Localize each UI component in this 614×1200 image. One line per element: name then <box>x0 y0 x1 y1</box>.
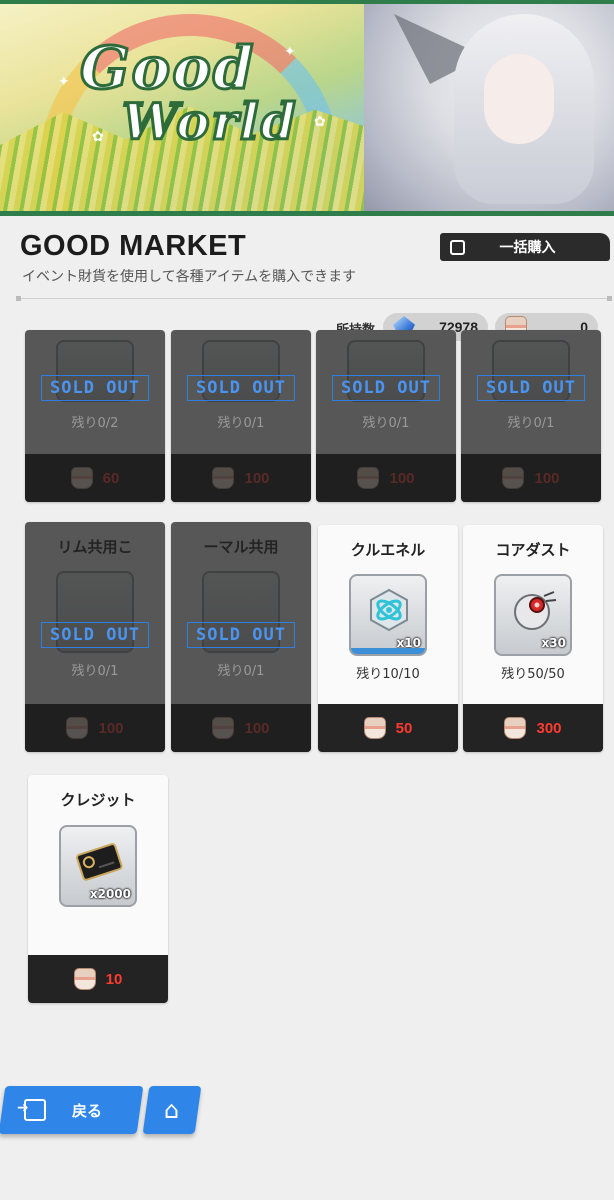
item-name: コアダスト <box>495 541 571 559</box>
back-label: 戻る <box>72 1101 103 1120</box>
core-dust-glyph <box>514 591 557 630</box>
sparkle-icon: ✿ <box>314 114 326 130</box>
item-price: 10 <box>105 970 123 988</box>
rarity-bar <box>351 648 425 654</box>
home-icon: ⌂ <box>164 1096 180 1124</box>
energy-core-icon: x10 <box>349 574 427 656</box>
cake-currency-icon <box>212 717 235 739</box>
cake-currency-icon <box>70 467 93 489</box>
shop-item-card[interactable]: クルエネル x10 残り10/10 50 <box>318 525 458 752</box>
logo-line-2: World <box>121 91 298 153</box>
shop-item-card[interactable]: リム共用こ SOLD OUT 残り0/1 100 <box>25 522 165 752</box>
price-bar: 50 <box>318 704 458 752</box>
shop-item-card[interactable]: SOLD OUT 残り0/1 100 <box>316 330 456 502</box>
item-price: 100 <box>534 469 560 487</box>
checkbox-icon[interactable] <box>450 239 465 255</box>
remaining-count: 残り0/1 <box>217 664 265 679</box>
price-bar: 100 <box>171 454 311 502</box>
remaining-count: 残り0/2 <box>71 416 119 431</box>
cake-currency-icon <box>66 717 89 739</box>
sold-out-stamp: SOLD OUT <box>41 375 149 401</box>
page-title: GOOD MARKET <box>20 230 247 262</box>
credit-card-icon: x2000 <box>59 825 137 907</box>
header-divider <box>16 296 612 301</box>
sold-out-stamp: SOLD OUT <box>477 375 585 401</box>
shop-item-card[interactable]: ーマル共用 SOLD OUT 残り0/1 100 <box>171 522 311 752</box>
item-price: 100 <box>244 469 270 487</box>
remaining-count: 残り0/1 <box>507 416 555 431</box>
home-button[interactable]: ⌂ <box>142 1086 202 1134</box>
item-price: 60 <box>102 469 120 487</box>
character-illustration <box>364 4 614 211</box>
remaining-count: 残り10/10 <box>356 667 420 682</box>
sold-out-stamp: SOLD OUT <box>332 375 440 401</box>
item-price: 100 <box>244 719 270 737</box>
sold-out-stamp: SOLD OUT <box>41 622 149 648</box>
item-name: ーマル共用 <box>203 538 279 556</box>
cake-currency-icon <box>504 717 527 739</box>
shop-item-card[interactable]: クレジット x2000 10 <box>28 775 168 1003</box>
exit-icon <box>24 1099 46 1121</box>
cake-currency-icon <box>502 467 525 489</box>
sparkle-icon: ✦ <box>284 44 296 60</box>
bulk-purchase-toggle[interactable]: 一括購入 <box>440 233 610 261</box>
shop-item-card[interactable]: SOLD OUT 残り0/1 100 <box>461 330 601 502</box>
remaining-count: 残り50/50 <box>501 667 565 682</box>
item-name: クレジット <box>60 791 136 809</box>
price-bar: 100 <box>461 454 601 502</box>
item-name: リム共用こ <box>57 538 133 556</box>
event-logo: Good World ✦ ✦ ✿ ✿ <box>52 33 342 164</box>
sparkle-icon: ✦ <box>58 74 70 90</box>
item-quantity: x2000 <box>89 887 131 901</box>
price-bar: 10 <box>28 955 168 1003</box>
price-bar: 100 <box>171 704 311 752</box>
remaining-count: 残り0/1 <box>71 664 119 679</box>
sold-out-stamp: SOLD OUT <box>187 375 295 401</box>
cake-currency-icon <box>357 467 380 489</box>
remaining-count: 残り0/1 <box>217 416 265 431</box>
item-price: 100 <box>98 719 124 737</box>
shop-item-card[interactable]: コアダスト x30 残り50/50 300 <box>463 525 603 752</box>
credit-card-glyph <box>76 843 123 881</box>
item-price: 300 <box>536 719 562 737</box>
price-bar: 100 <box>316 454 456 502</box>
event-banner: Good World ✦ ✦ ✿ ✿ <box>0 0 614 216</box>
shop-item-card[interactable]: SOLD OUT 残り0/1 100 <box>171 330 311 502</box>
back-button[interactable]: 戻る <box>0 1086 144 1134</box>
item-quantity: x30 <box>541 636 566 650</box>
item-name: クルエネル <box>350 541 426 559</box>
price-bar: 60 <box>25 454 165 502</box>
page-subtitle: イベント財貨を使用して各種アイテムを購入できます <box>22 269 357 285</box>
cake-currency-icon <box>363 717 386 739</box>
shop-item-card[interactable]: SOLD OUT 残り0/2 60 <box>25 330 165 502</box>
energy-core-glyph <box>370 588 408 632</box>
item-price: 50 <box>395 719 413 737</box>
item-price: 100 <box>389 469 415 487</box>
price-bar: 100 <box>25 704 165 752</box>
core-dust-icon: x30 <box>494 574 572 656</box>
cake-currency-icon <box>212 467 235 489</box>
price-bar: 300 <box>463 704 603 752</box>
bulk-purchase-label: 一括購入 <box>499 240 556 256</box>
sold-out-stamp: SOLD OUT <box>187 622 295 648</box>
cake-currency-icon <box>73 968 96 990</box>
remaining-count: 残り0/1 <box>362 416 410 431</box>
sparkle-icon: ✿ <box>92 129 104 145</box>
